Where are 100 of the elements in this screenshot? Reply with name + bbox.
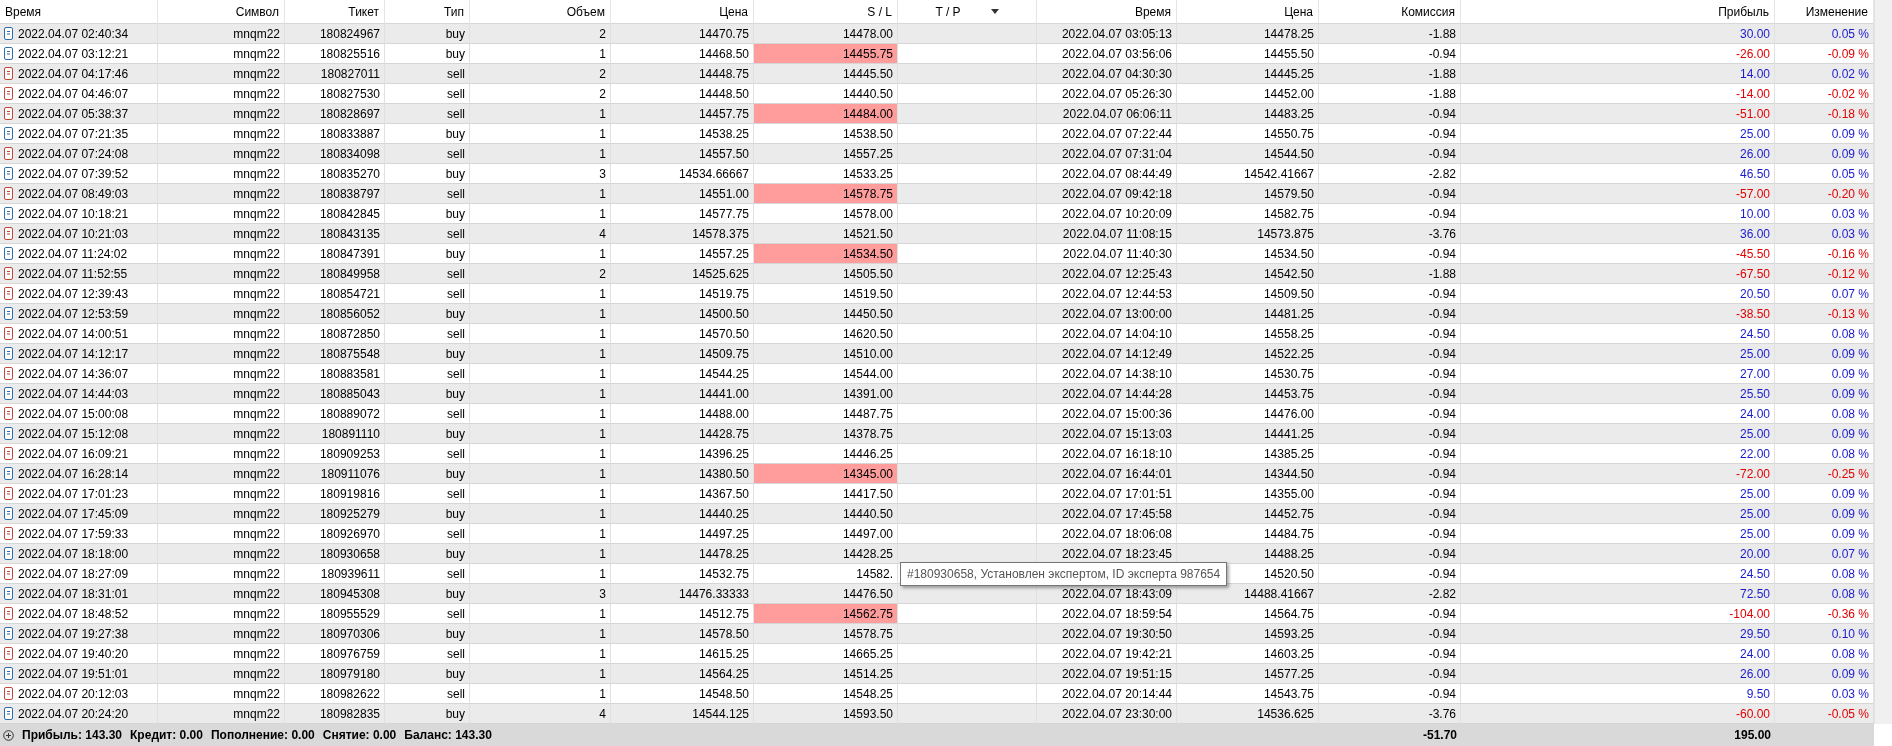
summary-item: Прибыль: 143.30 [22, 728, 123, 742]
document-icon [4, 587, 13, 600]
table-row[interactable]: 2022.04.07 07:24:08 mnqm22 180834098 sell 1 14557.50 14557.25 2022.04.07 07:31:04 14544.50 -0.94 26.00 0.09 % [0, 144, 1874, 164]
table-row[interactable]: 2022.04.07 12:53:59 mnqm22 180856052 buy 1 14500.50 14450.50 2022.04.07 13:00:00 14481.25 -0.94 -38.50 -0.13 % [0, 304, 1874, 324]
table-row[interactable]: 2022.04.07 10:18:21 mnqm22 180842845 buy 1 14577.75 14578.00 2022.04.07 10:20:09 14582.75 -0.94 10.00 0.03 % [0, 204, 1874, 224]
table-row[interactable]: 2022.04.07 12:39:43 mnqm22 180854721 sell 1 14519.75 14519.50 2022.04.07 12:44:53 14509.50 -0.94 20.50 0.07 % [0, 284, 1874, 304]
table-cell: 2022.04.07 18:27:09 [18, 566, 129, 581]
table-cell: 2022.04.07 15:12:08 [18, 426, 129, 441]
document-icon [4, 267, 13, 280]
column-header[interactable]: Цена [1284, 4, 1313, 19]
table-cell: 14534.50 [754, 244, 898, 264]
table-row[interactable]: 2022.04.07 15:12:08 mnqm22 180891110 buy 1 14428.75 14378.75 2022.04.07 15:13:03 14441.25 -0.94 25.00 0.09 % [0, 424, 1874, 444]
column-header[interactable]: Цена [719, 4, 748, 19]
document-icon [4, 187, 13, 200]
document-icon [4, 647, 13, 660]
column-header[interactable]: Комиссия [1401, 4, 1455, 19]
table-row[interactable]: 2022.04.07 18:48:52 mnqm22 180955529 sell 1 14512.75 14562.75 2022.04.07 18:59:54 14564.75 -0.94 -104.00 -0.36 % [0, 604, 1874, 624]
table-row[interactable]: 2022.04.07 05:38:37 mnqm22 180828697 sell 1 14457.75 14484.00 2022.04.07 06:06:11 14483.25 -0.94 -51.00 -0.18 % [0, 104, 1874, 124]
table-cell: 14455.75 [754, 44, 898, 64]
table-row[interactable]: 2022.04.07 20:12:03 mnqm22 180982622 sell 1 14548.50 14548.25 2022.04.07 20:14:44 14543.75 -0.94 9.50 0.03 % [0, 684, 1874, 704]
column-header[interactable]: Изменение [1805, 4, 1868, 19]
document-icon [4, 47, 13, 60]
table-cell: 2022.04.07 19:40:20 [18, 646, 129, 661]
document-icon [4, 87, 13, 100]
column-header[interactable]: S / L [867, 4, 892, 19]
document-icon [4, 667, 13, 680]
table-cell: 2022.04.07 07:24:08 [18, 146, 129, 161]
table-row[interactable]: 2022.04.07 16:09:21 mnqm22 180909253 sell 1 14396.25 14446.25 2022.04.07 16:18:10 14385.25 -0.94 22.00 0.08 % [0, 444, 1874, 464]
table-cell: 2022.04.07 04:46:07 [18, 86, 129, 101]
table-row[interactable]: 2022.04.07 03:12:21 mnqm22 180825516 buy 1 14468.50 14455.75 2022.04.07 03:56:06 14455.50 -0.94 -26.00 -0.09 % [0, 44, 1874, 64]
table-cell: 14562.75 [754, 604, 898, 624]
table-row[interactable]: 2022.04.07 14:00:51 mnqm22 180872850 sell 1 14570.50 14620.50 2022.04.07 14:04:10 14558.25 -0.94 24.50 0.08 % [0, 324, 1874, 344]
table-cell: 2022.04.07 12:39:43 [18, 286, 129, 301]
table-cell: 2022.04.07 04:17:46 [18, 66, 129, 81]
document-icon [4, 507, 13, 520]
document-icon [4, 307, 13, 320]
document-icon [4, 287, 13, 300]
table-cell: 2022.04.07 19:51:01 [18, 666, 129, 681]
table-cell: 2022.04.07 17:59:33 [18, 526, 129, 541]
column-header[interactable]: Объем [566, 4, 605, 19]
table-row[interactable]: 2022.04.07 19:27:38 mnqm22 180970306 buy 1 14578.50 14578.75 2022.04.07 19:30:50 14593.25 -0.94 29.50 0.10 % [0, 624, 1874, 644]
table-row[interactable]: 2022.04.07 07:21:35 mnqm22 180833887 buy 1 14538.25 14538.50 2022.04.07 07:22:44 14550.75 -0.94 25.00 0.09 % [0, 124, 1874, 144]
document-icon [4, 427, 13, 440]
table-row[interactable]: 2022.04.07 17:59:33 mnqm22 180926970 sell 1 14497.25 14497.00 2022.04.07 18:06:08 14484.75 -0.94 25.00 0.09 % [0, 524, 1874, 544]
document-icon [4, 567, 13, 580]
table-cell: 2022.04.07 16:09:21 [18, 446, 129, 461]
document-icon [4, 407, 13, 420]
column-header[interactable]: Тикет [348, 4, 379, 19]
document-icon [4, 367, 13, 380]
table-row[interactable]: 2022.04.07 14:44:03 mnqm22 180885043 buy 1 14441.00 14391.00 2022.04.07 14:44:28 14453.75 -0.94 25.50 0.09 % [0, 384, 1874, 404]
table-row[interactable]: 2022.04.07 14:36:07 mnqm22 180883581 sell 1 14544.25 14544.00 2022.04.07 14:38:10 14530.75 -0.94 27.00 0.09 % [0, 364, 1874, 384]
table-row[interactable]: 2022.04.07 16:28:14 mnqm22 180911076 buy 1 14380.50 14345.00 2022.04.07 16:44:01 14344.50 -0.94 -72.00 -0.25 % [0, 464, 1874, 484]
table-row[interactable]: 2022.04.07 15:00:08 mnqm22 180889072 sell 1 14488.00 14487.75 2022.04.07 15:00:36 14476.00 -0.94 24.00 0.08 % [0, 404, 1874, 424]
expand-plus-icon[interactable] [3, 729, 14, 741]
table-row[interactable]: 2022.04.07 04:17:46 mnqm22 180827011 sell 2 14448.75 14445.50 2022.04.07 04:30:30 14445.25 -1.88 14.00 0.02 % [0, 64, 1874, 84]
table-row[interactable]: 2022.04.07 11:52:55 mnqm22 180849958 sell 2 14525.625 14505.50 2022.04.07 12:25:43 14542.50 -1.88 -67.50 -0.12 % [0, 264, 1874, 284]
summary-item: Баланс: 143.30 [404, 728, 492, 742]
document-icon [4, 107, 13, 120]
table-row[interactable]: 2022.04.07 11:24:02 mnqm22 180847391 buy 1 14557.25 14534.50 2022.04.07 11:40:30 14534.50 -0.94 -45.50 -0.16 % [0, 244, 1874, 264]
sort-down-icon[interactable] [990, 9, 999, 14]
table-cell: 2022.04.07 18:18:00 [18, 546, 129, 561]
table-row[interactable]: 2022.04.07 10:21:03 mnqm22 180843135 sell 4 14578.375 14521.50 2022.04.07 11:08:15 14573.875 -3.76 36.00 0.03 % [0, 224, 1874, 244]
table-cell: 2022.04.07 12:53:59 [18, 306, 129, 321]
table-row[interactable]: 2022.04.07 07:39:52 mnqm22 180835270 buy 3 14534.66667 14533.25 2022.04.07 08:44:49 14542.41667 -2.82 46.50 0.05 % [0, 164, 1874, 184]
table-row[interactable]: 2022.04.07 19:40:20 mnqm22 180976759 sell 1 14615.25 14665.25 2022.04.07 19:42:21 14603.25 -0.94 24.00 0.08 % [0, 644, 1874, 664]
document-icon [4, 687, 13, 700]
table-row[interactable]: 2022.04.07 04:46:07 mnqm22 180827530 sell 2 14448.50 14440.50 2022.04.07 05:26:30 14452.00 -1.88 -14.00 -0.02 % [0, 84, 1874, 104]
table-cell: 2022.04.07 18:31:01 [18, 586, 129, 601]
table-row[interactable]: 2022.04.07 18:27:09 mnqm22 180939611 sell 1 14532.75 14582. #180930658, Установлен экспертом, ID эксперта 987654 14520.50 -0.94 24.50 0.08 % [0, 564, 1874, 584]
table-cell: 2022.04.07 14:36:07 [18, 366, 129, 381]
table-row[interactable]: 2022.04.07 18:31:01 mnqm22 180945308 buy 3 14476.33333 14476.50 2022.04.07 18:43:09 14488.41667 -2.82 72.50 0.08 % [0, 584, 1874, 604]
table-row[interactable]: 2022.04.07 17:01:23 mnqm22 180919816 sell 1 14367.50 14417.50 2022.04.07 17:01:51 14355.00 -0.94 25.00 0.09 % [0, 484, 1874, 504]
document-icon [4, 607, 13, 620]
column-header[interactable]: Прибыль [1718, 4, 1769, 19]
table-row[interactable]: 2022.04.07 08:49:03 mnqm22 180838797 sell 1 14551.00 14578.75 2022.04.07 09:42:18 14579.50 -0.94 -57.00 -0.20 % [0, 184, 1874, 204]
document-icon [4, 207, 13, 220]
column-header[interactable]: Время [5, 4, 42, 19]
table-cell: 2022.04.07 14:00:51 [18, 326, 129, 341]
table-row[interactable]: 2022.04.07 17:45:09 mnqm22 180925279 buy 1 14440.25 14440.50 2022.04.07 17:45:58 14452.75 -0.94 25.00 0.09 % [0, 504, 1874, 524]
column-header[interactable]: Время [1134, 4, 1171, 19]
document-icon [4, 247, 13, 260]
table-cell: 2022.04.07 20:12:03 [18, 686, 129, 701]
document-icon [4, 27, 13, 40]
table-cell: 2022.04.07 14:44:03 [18, 386, 129, 401]
table-row[interactable]: 2022.04.07 02:40:34 mnqm22 180824967 buy 2 14470.75 14478.00 2022.04.07 03:05:13 14478.25 -1.88 30.00 0.05 % [0, 24, 1874, 44]
summary-item: Кредит: 0.00 [130, 728, 203, 742]
table-cell: 2022.04.07 19:27:38 [18, 626, 129, 641]
table-cell: 2022.04.07 07:39:52 [18, 166, 129, 181]
column-header[interactable]: T / P [935, 4, 961, 19]
document-icon [4, 547, 13, 560]
document-icon [4, 467, 13, 480]
document-icon [4, 67, 13, 80]
column-header[interactable]: Тип [444, 4, 464, 19]
table-row[interactable]: 2022.04.07 14:12:17 mnqm22 180875548 buy 1 14509.75 14510.00 2022.04.07 14:12:49 14522.25 -0.94 25.00 0.09 % [0, 344, 1874, 364]
summary-item: Пополнение: 0.00 [210, 728, 315, 742]
table-row[interactable]: 2022.04.07 19:51:01 mnqm22 180979180 buy 1 14564.25 14514.25 2022.04.07 19:51:15 14577.25 -0.94 26.00 0.09 % [0, 664, 1874, 684]
scrollbar[interactable] [1874, 0, 1892, 724]
table-row[interactable]: 2022.04.07 20:24:20 mnqm22 180982835 buy 4 14544.125 14593.50 2022.04.07 23:30:00 14536.625 -3.76 -60.00 -0.05 % [0, 704, 1874, 724]
table-row[interactable]: 2022.04.07 18:18:00 mnqm22 180930658 buy 1 14478.25 14428.25 2022.04.07 18:23:45 14488.25 -0.94 20.00 0.07 % [0, 544, 1874, 564]
column-header[interactable]: Символ [235, 4, 279, 19]
